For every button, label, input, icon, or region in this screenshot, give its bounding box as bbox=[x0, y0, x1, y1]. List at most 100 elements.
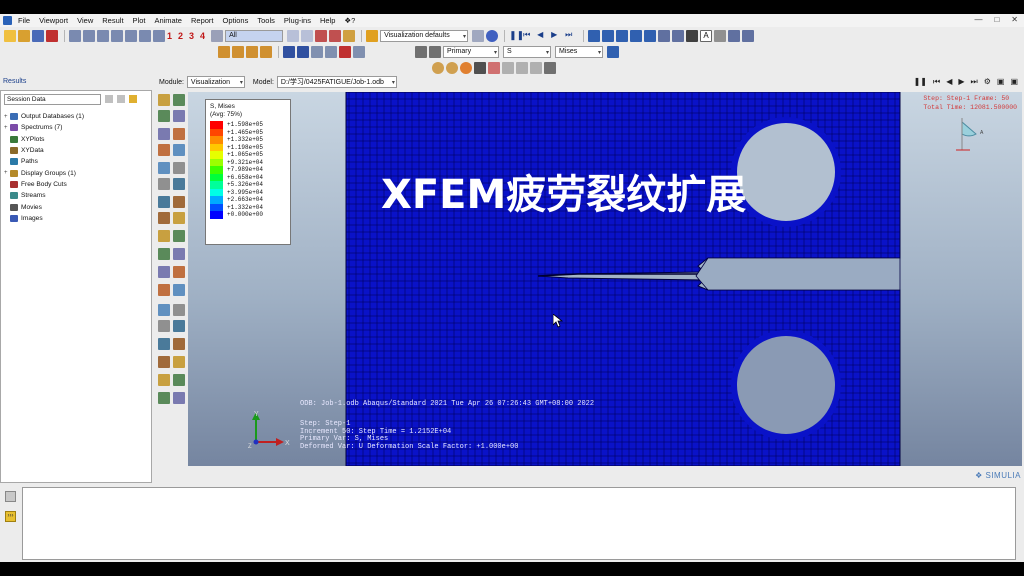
render-style-1[interactable]: 1 bbox=[167, 31, 172, 41]
prev-frame-icon[interactable]: ◀ bbox=[537, 30, 549, 42]
new-file-icon[interactable] bbox=[4, 29, 16, 42]
minimize-button[interactable]: — bbox=[974, 15, 982, 24]
toolbox-tool-icon[interactable] bbox=[173, 320, 185, 332]
arrow-annotation-icon[interactable] bbox=[714, 29, 727, 42]
toolbox-tool-icon[interactable] bbox=[158, 356, 170, 368]
toolbox-tool-icon[interactable] bbox=[173, 304, 185, 316]
anim-save-icon[interactable]: ▣ bbox=[1010, 77, 1018, 87]
toolbox-tool-icon[interactable] bbox=[158, 338, 170, 350]
tree-item[interactable]: + Output Databases (1) bbox=[4, 111, 84, 122]
message-area-icon[interactable] bbox=[5, 491, 16, 502]
toolbox-tool-icon[interactable] bbox=[173, 128, 185, 140]
remove-icon[interactable] bbox=[329, 29, 342, 42]
tree-item[interactable]: Free Body Cuts bbox=[4, 179, 84, 190]
move-icon[interactable] bbox=[283, 45, 295, 58]
info-icon[interactable] bbox=[486, 29, 499, 42]
render-style-2[interactable]: 2 bbox=[178, 31, 183, 41]
filter-icon[interactable] bbox=[105, 95, 113, 103]
replace-icon[interactable] bbox=[315, 29, 328, 42]
open-file-icon[interactable] bbox=[18, 29, 30, 42]
redo-icon[interactable] bbox=[516, 61, 528, 74]
toolbox-tool-icon[interactable] bbox=[173, 212, 185, 224]
pause-icon[interactable]: ❚❚ bbox=[509, 30, 524, 42]
field-output-icon[interactable] bbox=[415, 45, 427, 58]
rotate-view-icon[interactable] bbox=[297, 45, 309, 58]
tree-item[interactable]: + Display Groups (1) bbox=[4, 167, 84, 178]
next-frame-icon[interactable]: ▶ bbox=[551, 30, 563, 42]
common-options-icon[interactable] bbox=[544, 61, 556, 74]
fit-icon[interactable] bbox=[339, 45, 351, 58]
toolbox-tool-icon[interactable] bbox=[158, 392, 170, 404]
anim-last-icon[interactable]: ⏭ bbox=[971, 77, 978, 87]
module-combo[interactable]: Visualization ▾ bbox=[186, 76, 245, 88]
view-top-icon[interactable] bbox=[616, 29, 629, 42]
anim-prev-icon[interactable]: ◀ bbox=[946, 77, 952, 87]
perspective-icon[interactable] bbox=[353, 45, 365, 58]
toolbox-tool-icon[interactable] bbox=[158, 162, 170, 174]
shade-icon[interactable] bbox=[432, 61, 444, 74]
tree-item[interactable]: Images bbox=[4, 213, 84, 224]
toolbox-tool-icon[interactable] bbox=[173, 162, 185, 174]
tree-item[interactable]: Movies bbox=[4, 201, 84, 212]
auto-fit-icon[interactable] bbox=[125, 29, 137, 42]
toolbox-tool-icon[interactable] bbox=[173, 266, 185, 278]
tree-item[interactable]: XYPlots bbox=[4, 134, 84, 145]
toolbox-tool-icon[interactable] bbox=[158, 144, 170, 156]
sync-icon[interactable] bbox=[530, 61, 542, 74]
toolbox-tool-icon[interactable] bbox=[173, 144, 185, 156]
toolbox-tool-icon[interactable] bbox=[173, 196, 185, 208]
window-tile-icon[interactable] bbox=[218, 45, 230, 58]
message-console[interactable] bbox=[22, 487, 1016, 560]
menu-plugins[interactable]: Plug-ins bbox=[284, 16, 311, 25]
viewport-icon[interactable] bbox=[472, 29, 485, 42]
box-zoom-icon[interactable] bbox=[111, 29, 123, 42]
render-style-3[interactable]: 3 bbox=[189, 31, 194, 41]
tree-item[interactable]: Paths bbox=[4, 156, 84, 167]
display-group-icon[interactable] bbox=[343, 29, 356, 42]
shade-edges-icon[interactable] bbox=[446, 61, 458, 74]
query-icon[interactable] bbox=[301, 29, 314, 42]
first-frame-icon[interactable]: ⏮ bbox=[523, 30, 535, 42]
toolbox-tool-icon[interactable] bbox=[173, 374, 185, 386]
toolbox-tool-icon[interactable] bbox=[158, 304, 170, 316]
camera-icon[interactable] bbox=[644, 29, 657, 42]
toolbox-tool-icon[interactable] bbox=[173, 230, 185, 242]
probe-icon[interactable] bbox=[672, 29, 685, 42]
toolbox-tool-icon[interactable] bbox=[173, 248, 185, 260]
toolbox-tool-icon[interactable] bbox=[158, 374, 170, 386]
toolbox-tool-icon[interactable] bbox=[158, 284, 170, 296]
tree-item[interactable]: XYData bbox=[4, 145, 84, 156]
axis-icon[interactable] bbox=[153, 29, 165, 42]
python-console-icon[interactable]: ››› bbox=[5, 511, 16, 522]
menu-result[interactable]: Result bbox=[102, 16, 123, 25]
magnify-icon[interactable] bbox=[97, 29, 109, 42]
anim-first-icon[interactable]: ⏮ bbox=[933, 77, 940, 87]
color-code-icon[interactable] bbox=[488, 61, 500, 74]
expand-all-icon[interactable] bbox=[117, 95, 125, 103]
toolbox-tool-icon[interactable] bbox=[158, 196, 170, 208]
toolbox-tool-icon[interactable] bbox=[158, 230, 170, 242]
zoom-box-icon[interactable] bbox=[325, 45, 337, 58]
menu-report[interactable]: Report bbox=[191, 16, 214, 25]
zoom-icon[interactable] bbox=[311, 45, 323, 58]
select-filter-combo[interactable]: All bbox=[225, 29, 284, 42]
menu-animate[interactable]: Animate bbox=[154, 16, 182, 25]
text-annotation-icon[interactable]: A bbox=[700, 29, 713, 42]
maximize-button[interactable]: □ bbox=[994, 15, 999, 24]
line-icon[interactable] bbox=[686, 29, 699, 42]
refresh-icon[interactable] bbox=[607, 45, 619, 58]
menu-view[interactable]: View bbox=[77, 16, 93, 25]
selection-options-icon[interactable] bbox=[287, 29, 300, 42]
anim-record-icon[interactable]: ▣ bbox=[997, 77, 1005, 87]
view-back-icon[interactable] bbox=[602, 29, 615, 42]
toolbox-tool-icon[interactable] bbox=[173, 392, 185, 404]
model-combo[interactable]: D:/学习/0425FATIGUE/Job-1.odb ▾ bbox=[276, 76, 397, 88]
toolbox-tool-icon[interactable] bbox=[158, 178, 170, 190]
toolbox-tool-icon[interactable] bbox=[173, 178, 185, 190]
last-frame-icon[interactable]: ⏭ bbox=[565, 30, 577, 42]
toolbox-tool-icon[interactable] bbox=[158, 266, 170, 278]
toolbox-tool-icon[interactable] bbox=[173, 94, 185, 106]
light-icon[interactable] bbox=[460, 61, 472, 74]
view-left-icon[interactable] bbox=[630, 29, 643, 42]
cursor-render-icon[interactable] bbox=[474, 61, 486, 74]
